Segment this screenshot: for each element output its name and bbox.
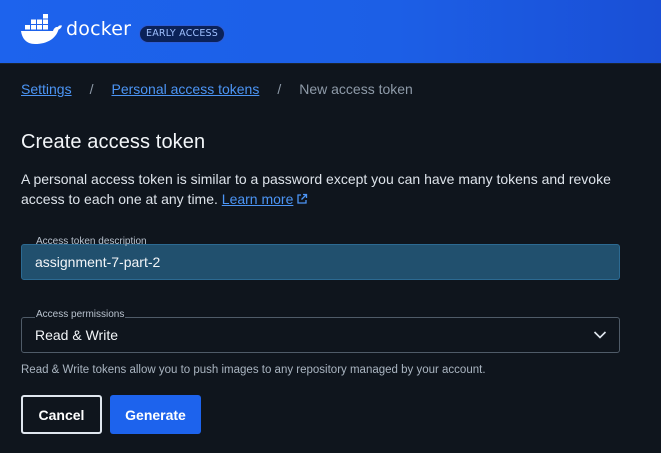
cancel-button[interactable]: Cancel	[21, 395, 102, 434]
early-access-badge: EARLY ACCESS	[139, 25, 226, 43]
header-divider	[0, 63, 661, 64]
breadcrumb-separator: /	[89, 81, 94, 97]
page-title: Create access token	[21, 131, 206, 153]
description-text: A personal access token is similar to a …	[21, 171, 611, 207]
docker-whale-icon[interactable]	[20, 13, 64, 47]
access-permissions-label: Access permissions	[35, 309, 126, 320]
top-bar: docker EARLY ACCESS	[0, 0, 661, 63]
generate-button[interactable]: Generate	[110, 395, 201, 434]
access-permissions-select[interactable]: Read & Write	[21, 317, 620, 353]
brand-name: docker	[66, 18, 132, 40]
token-description-label: Access token description	[36, 236, 147, 247]
access-permissions-value: Read & Write	[35, 327, 118, 343]
learn-more-link[interactable]: Learn more	[222, 191, 294, 207]
chevron-down-icon	[593, 331, 607, 339]
token-description-value: assignment-7-part-2	[35, 254, 161, 270]
breadcrumb: Settings / Personal access tokens / New acce…	[21, 81, 413, 97]
breadcrumb-current: New access token	[299, 81, 413, 97]
learn-more-label: Learn more	[221, 191, 294, 207]
breadcrumb-settings-link[interactable]: Settings	[21, 81, 72, 97]
page-description: A personal access token is similar to a …	[21, 169, 621, 209]
permissions-helper-text: Read & Write tokens allow you to push im…	[21, 364, 486, 376]
breadcrumb-tokens-link[interactable]: Personal access tokens	[111, 81, 259, 97]
token-description-input[interactable]: assignment-7-part-2	[21, 244, 620, 280]
external-link-icon[interactable]	[296, 193, 308, 205]
breadcrumb-separator: /	[277, 81, 282, 97]
